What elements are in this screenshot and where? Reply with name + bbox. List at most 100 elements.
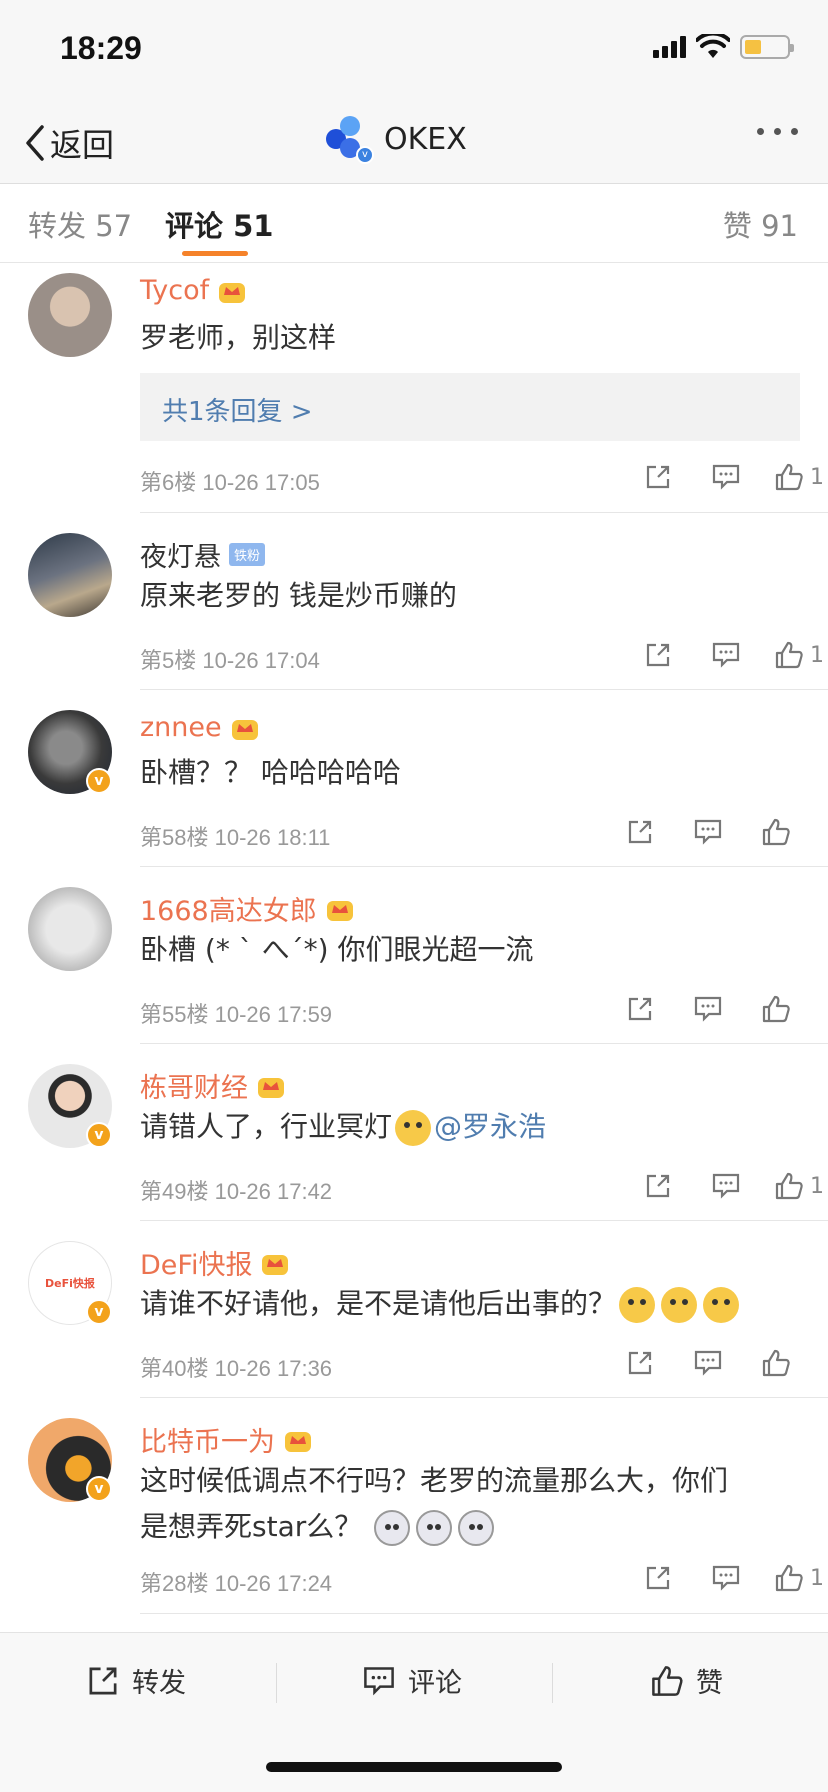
comment-item: 1668高达女郎 卧槽 (* ` へ´*) 你们眼光超一流 第55楼 10-26… <box>0 867 828 1044</box>
reply-button[interactable] <box>674 812 742 852</box>
avatar[interactable]: v <box>28 710 112 794</box>
share-icon <box>628 1351 652 1375</box>
avatar[interactable] <box>28 273 112 357</box>
like-button[interactable] <box>742 989 810 1029</box>
like-button[interactable] <box>742 812 810 852</box>
comment-text: 卧槽？？ 哈哈哈哈哈 <box>140 756 401 789</box>
like-button[interactable] <box>742 1343 810 1383</box>
like-count: 1 <box>810 1565 824 1591</box>
name-row: znnee <box>140 712 260 743</box>
tab-comments[interactable]: 评论 51 <box>165 203 273 245</box>
comment-icon <box>712 464 740 490</box>
comment-button[interactable]: 评论 <box>362 1661 462 1700</box>
username[interactable]: 比特币一为 <box>140 1420 275 1459</box>
comment-text: 请谁不好请他，是不是请他后出事的？ <box>140 1281 820 1327</box>
username[interactable]: Tycof <box>140 275 209 306</box>
page-title: OKEX <box>384 121 467 157</box>
comment-actions: 1 <box>624 1558 828 1598</box>
share-button[interactable] <box>606 1343 674 1383</box>
dog-emoji-icon <box>416 1510 453 1546</box>
reply-button[interactable] <box>692 457 760 497</box>
share-button[interactable] <box>606 989 674 1029</box>
share-icon <box>628 997 652 1021</box>
reply-summary[interactable]: 共1条回复 > <box>140 373 800 441</box>
thumbs-up-icon <box>775 1564 803 1592</box>
repost-button[interactable]: 转发 <box>86 1661 186 1700</box>
comment-item: v znnee 卧槽？？ 哈哈哈哈哈 第58楼 10-26 18:11 <box>0 690 828 867</box>
crown-badge-icon <box>285 1431 311 1452</box>
separator <box>552 1663 553 1703</box>
like-button[interactable]: 1 <box>760 635 828 675</box>
back-label: 返回 <box>50 126 115 164</box>
comment-meta: 第28楼 10-26 17:24 <box>140 1566 332 1598</box>
name-row: 栋哥财经 <box>140 1066 286 1105</box>
mention-link[interactable]: @罗永浩 <box>434 1110 546 1143</box>
floor-number: 第6楼 <box>140 470 197 495</box>
thumbs-up-icon <box>775 641 803 669</box>
username[interactable]: DeFi快报 <box>140 1243 252 1282</box>
comment-body-line: 这时候低调点不行吗？老罗的流量那么大，你们 <box>140 1464 729 1497</box>
avatar[interactable] <box>28 533 112 617</box>
reply-button[interactable] <box>674 1343 742 1383</box>
comment-meta: 第40楼 10-26 17:36 <box>140 1351 332 1383</box>
reply-button[interactable] <box>674 989 742 1029</box>
comment-text: 这时候低调点不行吗？老罗的流量那么大，你们 是想弄死star么？ <box>140 1458 800 1550</box>
comment-actions <box>606 989 810 1029</box>
name-row: Tycof <box>140 275 247 306</box>
laughing-tears-emoji-icon <box>619 1287 656 1323</box>
comment-actions <box>606 1343 810 1383</box>
comment-icon <box>712 642 740 668</box>
floor-number: 第58楼 <box>140 825 209 850</box>
comment-actions: 1 <box>624 1166 828 1206</box>
status-bar: 18:29 <box>0 0 828 100</box>
username[interactable]: znnee <box>140 712 222 743</box>
comment-icon <box>712 1173 740 1199</box>
verified-icon: v <box>356 146 374 164</box>
comment-item: v 比特币一为 这时候低调点不行吗？老罗的流量那么大，你们 是想弄死star么？… <box>0 1398 828 1614</box>
like-button[interactable]: 1 <box>760 457 828 497</box>
avatar[interactable]: v <box>28 1418 112 1502</box>
crying-emoji-icon <box>395 1110 432 1146</box>
tab-likes[interactable]: 赞 91 <box>723 203 798 245</box>
username[interactable]: 1668高达女郎 <box>140 889 317 928</box>
tab-label: 赞 <box>722 209 752 243</box>
like-button[interactable]: 1 <box>760 1558 828 1598</box>
comment-text: 卧槽 (* ` へ´*) 你们眼光超一流 <box>140 933 534 966</box>
share-button[interactable] <box>624 457 692 497</box>
username[interactable]: 栋哥财经 <box>140 1066 248 1105</box>
laughing-tears-emoji-icon <box>703 1287 740 1323</box>
laughing-tears-emoji-icon <box>661 1287 698 1323</box>
dog-emoji-icon <box>458 1510 495 1546</box>
avatar[interactable]: v <box>28 1064 112 1148</box>
floor-number: 第5楼 <box>140 648 197 673</box>
nav-title[interactable]: v OKEX <box>326 116 467 164</box>
comment-item: 夜灯悬 铁粉 原来老罗的 钱是炒币赚的 第5楼 10-26 17:04 1 <box>0 513 828 690</box>
comment-item: DeFi快报 v DeFi快报 请谁不好请他，是不是请他后出事的？ 第40楼 1… <box>0 1221 828 1398</box>
share-button[interactable] <box>606 812 674 852</box>
like-button[interactable]: 1 <box>760 1166 828 1206</box>
floor-number: 第40楼 <box>140 1356 209 1381</box>
divider <box>140 1613 828 1614</box>
reply-button[interactable] <box>692 1558 760 1598</box>
reply-button[interactable] <box>692 635 760 675</box>
like-action-button[interactable]: 赞 <box>650 1661 723 1700</box>
more-button[interactable] <box>757 128 798 135</box>
avatar[interactable] <box>28 887 112 971</box>
crown-badge-icon <box>231 719 258 740</box>
status-icons <box>653 34 794 60</box>
comment-meta: 第6楼 10-26 17:05 <box>140 465 320 497</box>
fan-badge: 铁粉 <box>229 543 266 566</box>
reply-button[interactable] <box>692 1166 760 1206</box>
tab-reposts[interactable]: 转发 57 <box>28 203 132 245</box>
comment-meta: 第49楼 10-26 17:42 <box>140 1174 332 1206</box>
back-button[interactable]: 返回 <box>22 120 114 166</box>
username[interactable]: 夜灯悬 <box>140 535 221 574</box>
avatar[interactable]: DeFi快报 v <box>28 1241 112 1325</box>
active-tab-indicator <box>182 251 248 256</box>
floor-number: 第55楼 <box>140 1002 209 1027</box>
share-button[interactable] <box>624 635 692 675</box>
share-icon <box>646 1566 670 1590</box>
crown-badge-icon <box>219 282 246 303</box>
share-button[interactable] <box>624 1166 692 1206</box>
share-button[interactable] <box>624 1558 692 1598</box>
